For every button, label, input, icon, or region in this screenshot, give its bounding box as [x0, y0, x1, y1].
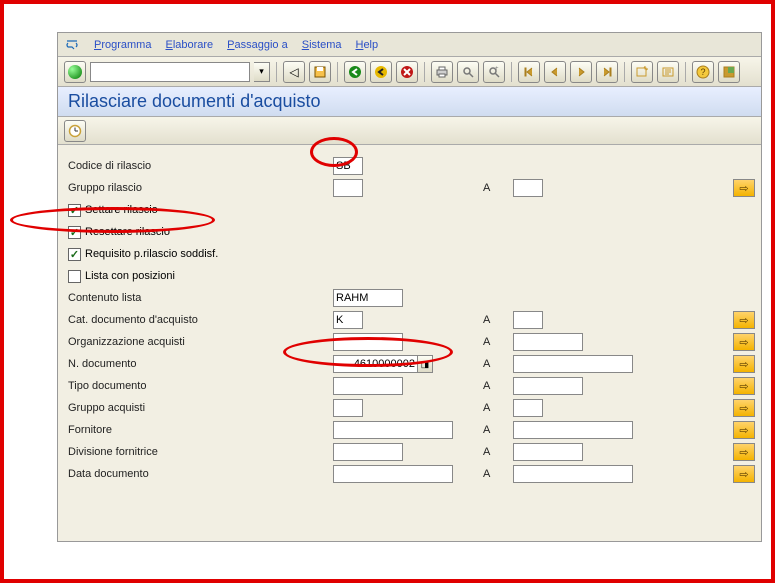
command-dropdown[interactable]: ▾	[254, 62, 270, 82]
svg-text:+: +	[495, 66, 499, 72]
label-codice-rilascio: Codice di rilascio	[68, 160, 268, 172]
save-icon[interactable]	[309, 61, 331, 83]
nav-back-icon[interactable]	[344, 61, 366, 83]
multi-select-gruppo-rilascio[interactable]: ⇨	[733, 179, 755, 197]
label-contenuto: Contenuto lista	[68, 292, 268, 304]
menu-sistema[interactable]: Sistema	[302, 39, 342, 51]
label-gruppo-acq: Gruppo acquisti	[68, 402, 268, 414]
system-menu-icon[interactable]	[64, 37, 80, 53]
f4-help-n-doc[interactable]: ◨	[417, 355, 433, 373]
label-div-forn: Divisione fornitrice	[68, 446, 268, 458]
to-label: A	[483, 446, 490, 458]
label-org-acq: Organizzazione acquisti	[68, 336, 268, 348]
to-label: A	[483, 182, 490, 194]
gruppo-acq-input[interactable]	[333, 399, 363, 417]
multi-select-fornitore[interactable]: ⇨	[733, 421, 755, 439]
last-page-icon[interactable]	[596, 61, 618, 83]
label-cat-doc: Cat. documento d'acquisto	[68, 314, 268, 326]
checkbox-lista[interactable]	[68, 270, 81, 283]
enter-button[interactable]	[64, 61, 86, 83]
to-label: A	[483, 424, 490, 436]
contenuto-input[interactable]	[333, 289, 403, 307]
menu-passaggio[interactable]: Passaggio a	[227, 39, 288, 51]
find-next-icon[interactable]: +	[483, 61, 505, 83]
label-data-doc: Data documento	[68, 468, 268, 480]
label-tipo-doc: Tipo documento	[68, 380, 268, 392]
cat-doc-to-input[interactable]	[513, 311, 543, 329]
help-icon[interactable]: ?	[692, 61, 714, 83]
to-label: A	[483, 402, 490, 414]
n-doc-to-input[interactable]	[513, 355, 633, 373]
to-label: A	[483, 336, 490, 348]
tipo-doc-input[interactable]	[333, 377, 403, 395]
multi-select-org-acq[interactable]: ⇨	[733, 333, 755, 351]
label-lista: Lista con posizioni	[85, 270, 175, 282]
to-label: A	[483, 314, 490, 326]
to-label: A	[483, 468, 490, 480]
command-field[interactable]	[90, 62, 250, 82]
to-label: A	[483, 380, 490, 392]
gruppo-rilascio-to-input[interactable]	[513, 179, 543, 197]
multi-select-n-doc[interactable]: ⇨	[733, 355, 755, 373]
menu-elaborare[interactable]: Elaborare	[165, 39, 213, 51]
first-page-icon[interactable]	[518, 61, 540, 83]
div-forn-input[interactable]	[333, 443, 403, 461]
checkbox-requisito[interactable]	[68, 248, 81, 261]
multi-select-cat-doc[interactable]: ⇨	[733, 311, 755, 329]
label-requisito: Requisito p.rilascio soddisf.	[85, 248, 218, 260]
shortcut-icon[interactable]	[657, 61, 679, 83]
label-n-doc: N. documento	[68, 358, 268, 370]
data-doc-input[interactable]	[333, 465, 453, 483]
multi-select-data-doc[interactable]: ⇨	[733, 465, 755, 483]
org-acq-input[interactable]	[333, 333, 403, 351]
label-gruppo-rilascio: Gruppo rilascio	[68, 182, 268, 194]
back-icon[interactable]: ◁	[283, 61, 305, 83]
page-title: Rilasciare documenti d'acquisto	[58, 87, 761, 117]
menu-help[interactable]: Help	[355, 39, 378, 51]
execute-button[interactable]	[64, 120, 86, 142]
fornitore-to-input[interactable]	[513, 421, 633, 439]
label-resettare: Resettare rilascio	[85, 226, 170, 238]
next-page-icon[interactable]	[570, 61, 592, 83]
new-session-icon[interactable]	[631, 61, 653, 83]
cancel-icon[interactable]	[396, 61, 418, 83]
tipo-doc-to-input[interactable]	[513, 377, 583, 395]
print-icon[interactable]	[431, 61, 453, 83]
multi-select-gruppo-acq[interactable]: ⇨	[733, 399, 755, 417]
find-icon[interactable]	[457, 61, 479, 83]
div-forn-to-input[interactable]	[513, 443, 583, 461]
multi-select-tipo-doc[interactable]: ⇨	[733, 377, 755, 395]
gruppo-rilascio-input[interactable]	[333, 179, 363, 197]
menu-programma[interactable]: Programma	[94, 39, 151, 51]
gruppo-acq-to-input[interactable]	[513, 399, 543, 417]
to-label: A	[483, 358, 490, 370]
data-doc-to-input[interactable]	[513, 465, 633, 483]
checkbox-resettare[interactable]	[68, 226, 81, 239]
multi-select-div-forn[interactable]: ⇨	[733, 443, 755, 461]
n-doc-input[interactable]	[333, 355, 418, 373]
checkbox-settare[interactable]	[68, 204, 81, 217]
org-acq-to-input[interactable]	[513, 333, 583, 351]
nav-exit-icon[interactable]	[370, 61, 392, 83]
layout-icon[interactable]	[718, 61, 740, 83]
label-fornitore: Fornitore	[68, 424, 268, 436]
cat-doc-input[interactable]	[333, 311, 363, 329]
prev-page-icon[interactable]	[544, 61, 566, 83]
fornitore-input[interactable]	[333, 421, 453, 439]
label-settare: Settare rilascio	[85, 204, 158, 216]
codice-rilascio-input[interactable]	[333, 157, 363, 175]
svg-text:?: ?	[701, 67, 706, 77]
